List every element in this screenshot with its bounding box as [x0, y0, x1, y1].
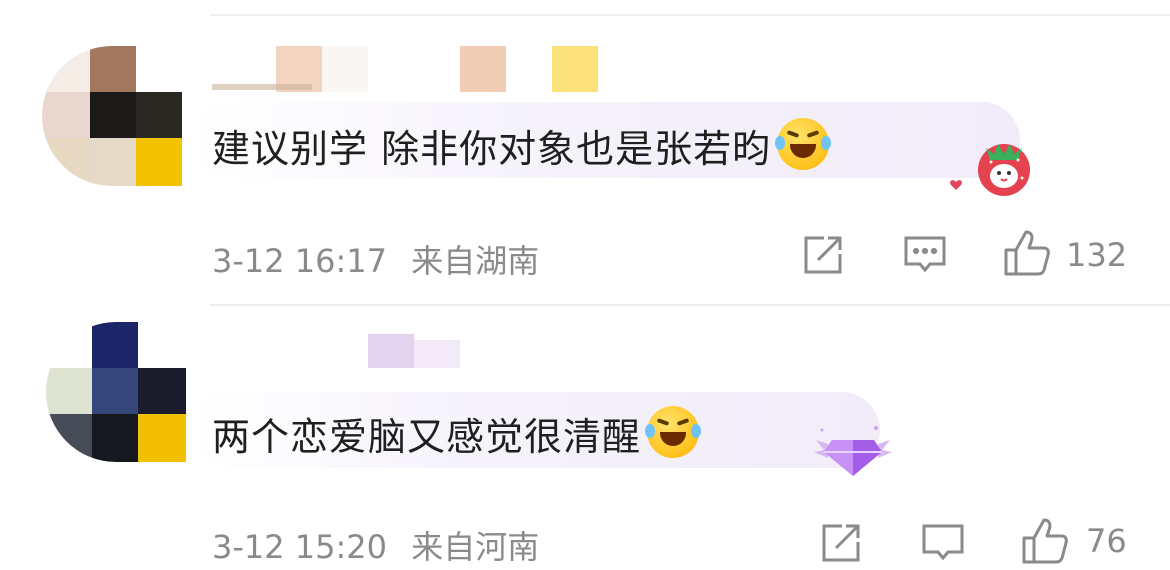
- thumbs-up-icon[interactable]: [1020, 516, 1070, 566]
- comment-icon[interactable]: [902, 232, 948, 278]
- location: 来自湖南: [411, 242, 540, 280]
- comment-text: 两个恋爱脑又感觉很清醒: [212, 406, 702, 461]
- like-count: 132: [1066, 236, 1128, 274]
- location: 来自河南: [411, 528, 540, 566]
- comment-meta: 3-12 16:17 来自湖南: [212, 236, 539, 282]
- comment-icon[interactable]: [920, 520, 966, 566]
- share-icon[interactable]: [818, 520, 864, 566]
- comment-divider: [210, 304, 1170, 306]
- timestamp: 3-12 16:17: [212, 242, 388, 280]
- comment-text-content: 建议别学 除非你对象也是张若昀: [212, 127, 772, 171]
- avatar[interactable]: [46, 322, 186, 462]
- username-blurred[interactable]: [212, 46, 602, 92]
- thumbs-up-icon[interactable]: [1002, 228, 1052, 278]
- username-blurred[interactable]: [212, 334, 462, 380]
- comment-text-content: 两个恋爱脑又感觉很清醒: [212, 415, 642, 459]
- tears-of-joy-emoji-icon: [645, 406, 702, 458]
- avatar[interactable]: [42, 46, 182, 186]
- share-icon[interactable]: [800, 232, 846, 278]
- like-count: 76: [1086, 522, 1127, 560]
- comment-meta: 3-12 15:20 来自河南: [212, 522, 539, 568]
- strawberry-badge-icon: [946, 136, 1038, 198]
- comment-text: 建议别学 除非你对象也是张若昀: [212, 118, 832, 173]
- crying-laughing-emoji-icon: [775, 118, 832, 170]
- top-divider: [210, 14, 1170, 16]
- timestamp: 3-12 15:20: [212, 528, 388, 566]
- purple-gem-badge-icon: [808, 418, 898, 482]
